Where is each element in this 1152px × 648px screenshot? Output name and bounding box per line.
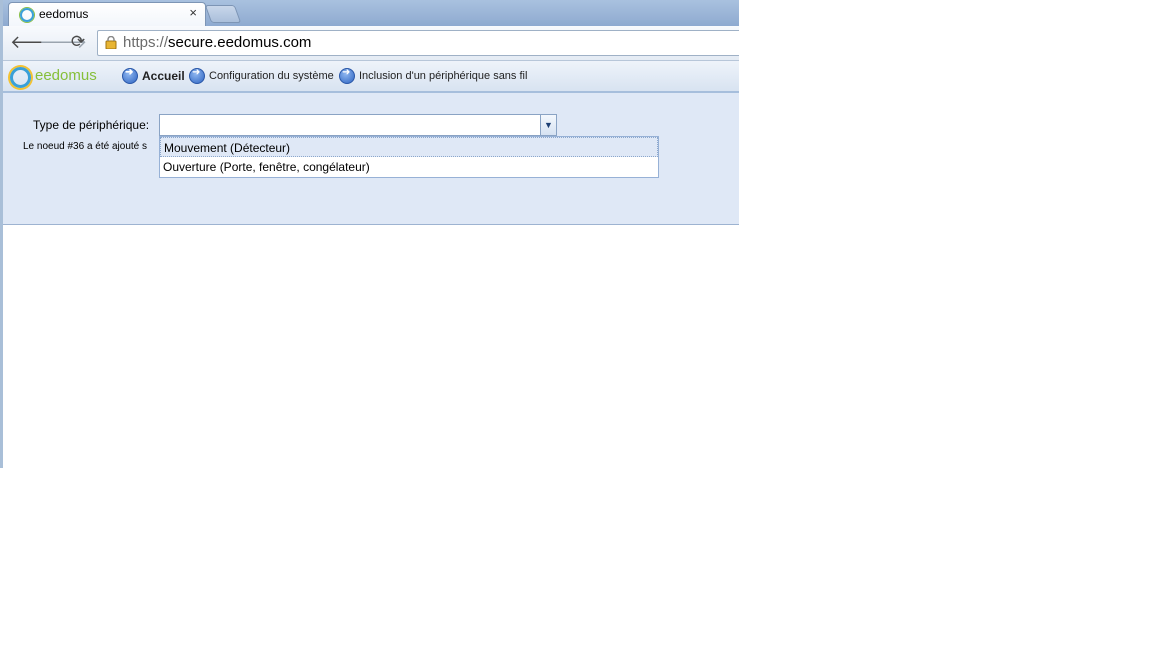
app-header: eedomus Accueil Configuration du système…: [3, 61, 739, 93]
nav-inclusion-label: Inclusion d'un périphérique sans fil: [359, 70, 528, 82]
chevron-down-icon[interactable]: ▼: [540, 115, 556, 135]
eedomus-favicon-icon: [20, 8, 34, 22]
device-type-label: Type de périphérique:: [33, 118, 150, 132]
window-border: [0, 0, 3, 468]
browser-toolbar: 🡐 🡒 ⟳ https://secure.eedomus.com: [0, 26, 739, 61]
back-arrow-icon[interactable]: 🡐: [10, 32, 58, 52]
arrow-circle-icon: [189, 67, 205, 84]
option-ouverture[interactable]: Ouverture (Porte, fenêtre, congélateur): [160, 157, 658, 177]
nav-configuration[interactable]: Configuration du système: [189, 67, 334, 84]
nav-inclusion[interactable]: Inclusion d'un périphérique sans fil: [339, 67, 528, 84]
url-scheme: https://: [123, 34, 169, 51]
url-text: https://secure.eedomus.com: [123, 34, 311, 51]
url-host: secure.eedomus.com: [168, 34, 312, 51]
new-tab-button[interactable]: [204, 5, 242, 23]
forward-arrow-icon[interactable]: 🡒: [39, 32, 87, 52]
lock-warning-icon: [105, 36, 117, 49]
arrow-circle-icon: [339, 67, 355, 84]
tab-title: eedomus: [39, 7, 89, 21]
device-type-dropdown: Mouvement (Détecteur) Ouverture (Porte, …: [159, 136, 659, 178]
logo-text: eedomus: [35, 67, 97, 84]
address-bar[interactable]: https://secure.eedomus.com: [97, 30, 739, 56]
browser-window: eedomus × 🡐 🡒 ⟳ https://secure.eedomus.c…: [0, 0, 739, 468]
nav-accueil-label: Accueil: [142, 69, 185, 83]
tab-eedomus[interactable]: eedomus ×: [8, 2, 206, 27]
option-mouvement[interactable]: Mouvement (Détecteur): [160, 137, 658, 157]
nav-configuration-label: Configuration du système: [209, 70, 334, 82]
arrow-circle-icon: [122, 67, 138, 84]
content-panel: Type de périphérique: Le noeud #36 a été…: [3, 93, 739, 225]
device-type-select[interactable]: ▼: [159, 114, 557, 136]
nav-accueil[interactable]: Accueil: [122, 67, 185, 84]
close-icon[interactable]: ×: [189, 5, 197, 20]
reload-icon[interactable]: ⟳: [68, 32, 88, 52]
status-message: Le noeud #36 a été ajouté s: [23, 141, 147, 152]
tab-strip: eedomus ×: [0, 0, 739, 27]
eedomus-logo-icon: [10, 67, 31, 88]
